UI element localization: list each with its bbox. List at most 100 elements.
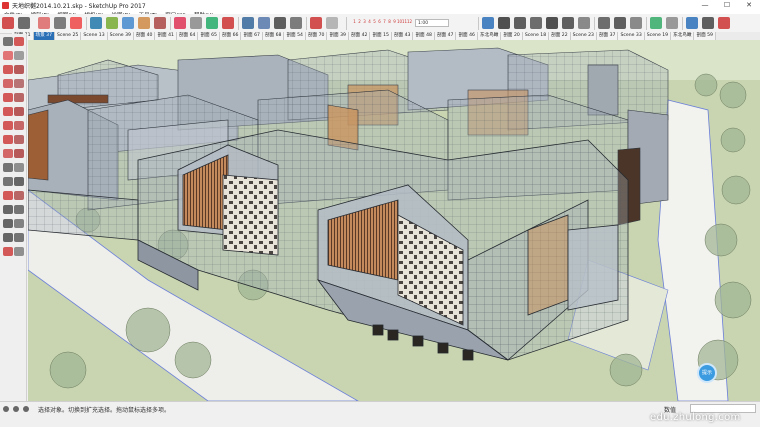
orbit-icon[interactable]: [242, 17, 254, 29]
left-view-icon[interactable]: [562, 17, 574, 29]
scene-tab[interactable]: 剖面 67: [241, 32, 263, 40]
move-tool-icon[interactable]: [3, 121, 13, 130]
scene-tab[interactable]: Scene 23: [570, 32, 597, 40]
scene-tab[interactable]: 剖面 43: [391, 32, 414, 40]
scene-tab[interactable]: 剖面 64: [176, 32, 199, 40]
scene-tab[interactable]: 剖面 66: [219, 32, 242, 40]
section-plane-icon[interactable]: [3, 247, 13, 256]
pan-tool-icon[interactable]: [14, 205, 24, 214]
zoom-extents-icon[interactable]: [290, 17, 302, 29]
scale-tool-icon[interactable]: [3, 149, 13, 158]
scene-tab[interactable]: Scene 39: [107, 32, 134, 40]
scene-tab[interactable]: Scene 19: [644, 32, 672, 40]
maximize-button[interactable]: ☐: [716, 0, 738, 10]
warehouse-icon[interactable]: [702, 17, 714, 29]
3d-text-tool-icon[interactable]: [14, 191, 24, 200]
close-button[interactable]: ✕: [738, 0, 760, 10]
scene-tab[interactable]: 剖面 46: [456, 32, 478, 40]
component-tool-icon[interactable]: [14, 37, 24, 46]
textured-icon[interactable]: [650, 17, 662, 29]
zoom-window-icon[interactable]: [14, 219, 24, 228]
monochrome-icon[interactable]: [666, 17, 678, 29]
tape-tool-icon[interactable]: [3, 163, 13, 172]
wireframe-icon[interactable]: [598, 17, 610, 29]
rotate-icon[interactable]: [122, 17, 134, 29]
section-icon[interactable]: [310, 17, 322, 29]
rectangle-tool-icon[interactable]: [3, 79, 13, 88]
scene-tab[interactable]: 剖面 65: [198, 32, 220, 40]
help-icon[interactable]: [23, 406, 29, 412]
arc-tool-icon[interactable]: [3, 107, 13, 116]
front-view-icon[interactable]: [514, 17, 526, 29]
push-pull-icon[interactable]: [90, 17, 102, 29]
scene-tab[interactable]: Scene 33: [618, 32, 645, 40]
scene-tab[interactable]: Scene 25: [55, 32, 82, 40]
pan-icon[interactable]: [258, 17, 270, 29]
help-badge[interactable]: 提示: [697, 363, 717, 383]
select-tool-icon[interactable]: [3, 37, 13, 46]
scale-icon[interactable]: [138, 17, 150, 29]
styles-icon[interactable]: [326, 17, 338, 29]
eraser-icon[interactable]: [18, 17, 30, 29]
extension-icon[interactable]: [718, 17, 730, 29]
freehand-tool-icon[interactable]: [14, 65, 24, 74]
geo-location-icon[interactable]: [3, 406, 9, 412]
scene-tab[interactable]: 剖面 48: [413, 32, 435, 40]
scene-tab[interactable]: 剖面 42: [348, 32, 371, 40]
tape-icon[interactable]: [190, 17, 202, 29]
dimension-tool-icon[interactable]: [14, 163, 24, 172]
scene-tab[interactable]: 剖面 54: [284, 32, 306, 40]
scene-tab[interactable]: Scene 18: [522, 32, 550, 40]
move-icon[interactable]: [106, 17, 118, 29]
scene-tab[interactable]: Scene 13: [81, 32, 108, 40]
scene-tab[interactable]: 东北鸟瞰: [477, 32, 502, 40]
layer-gauge[interactable]: 1 2 3 4 5 6 7 8 9 10 11 12: [352, 19, 412, 28]
right-view-icon[interactable]: [530, 17, 542, 29]
protractor-tool-icon[interactable]: [3, 177, 13, 186]
axes-tool-icon[interactable]: [3, 191, 13, 200]
scene-tab[interactable]: 剖面 41: [155, 32, 177, 40]
axes-icon[interactable]: [222, 17, 234, 29]
scene-tab[interactable]: 东北鸟瞰: [671, 32, 695, 40]
zoom-icon[interactable]: [274, 17, 286, 29]
orbit-tool-icon[interactable]: [3, 205, 13, 214]
line-icon[interactable]: [38, 17, 50, 29]
pie-tool-icon[interactable]: [14, 107, 24, 116]
paint-tool-icon[interactable]: [3, 51, 13, 60]
zoom-value-field[interactable]: 1:00: [415, 19, 449, 27]
scene-tab[interactable]: 剖面 15: [370, 32, 392, 40]
position-camera-icon[interactable]: [14, 247, 24, 256]
minimize-button[interactable]: —: [694, 0, 716, 10]
scene-tab[interactable]: 剖面 47: [434, 32, 457, 40]
paint-icon[interactable]: [174, 17, 186, 29]
shaded-icon[interactable]: [630, 17, 642, 29]
offset-icon[interactable]: [154, 17, 166, 29]
text-icon[interactable]: [206, 17, 218, 29]
layer-number[interactable]: 12: [407, 19, 412, 28]
rotate-tool-icon[interactable]: [3, 135, 13, 144]
hidden-line-icon[interactable]: [614, 17, 626, 29]
walk-tool-icon[interactable]: [3, 233, 13, 242]
shape-icon[interactable]: [70, 17, 82, 29]
scene-tab[interactable]: 剖面 70: [305, 32, 328, 40]
eraser-tool-icon[interactable]: [14, 51, 24, 60]
home-icon[interactable]: [686, 17, 698, 29]
back-view-icon[interactable]: [546, 17, 558, 29]
iso-view-icon[interactable]: [482, 17, 494, 29]
scene-tab[interactable]: 剖面 39: [327, 32, 349, 40]
scene-tab[interactable]: 剖面 40: [133, 32, 156, 40]
look-around-icon[interactable]: [14, 233, 24, 242]
scene-tab[interactable]: 场景 37: [33, 32, 55, 40]
xray-icon[interactable]: [578, 17, 590, 29]
select-icon[interactable]: [2, 17, 14, 29]
zoom-tool-icon[interactable]: [3, 219, 13, 228]
rotated-rect-tool-icon[interactable]: [14, 79, 24, 88]
arc-icon[interactable]: [54, 17, 66, 29]
scene-tab[interactable]: 剖面 22: [549, 32, 571, 40]
line-tool-icon[interactable]: [3, 65, 13, 74]
follow-me-tool-icon[interactable]: [14, 135, 24, 144]
text-tool-icon[interactable]: [14, 177, 24, 186]
scene-tab[interactable]: 剖面 59: [694, 32, 716, 40]
scene-tab[interactable]: 剖面 68: [262, 32, 285, 40]
push-pull-tool-icon[interactable]: [14, 121, 24, 130]
